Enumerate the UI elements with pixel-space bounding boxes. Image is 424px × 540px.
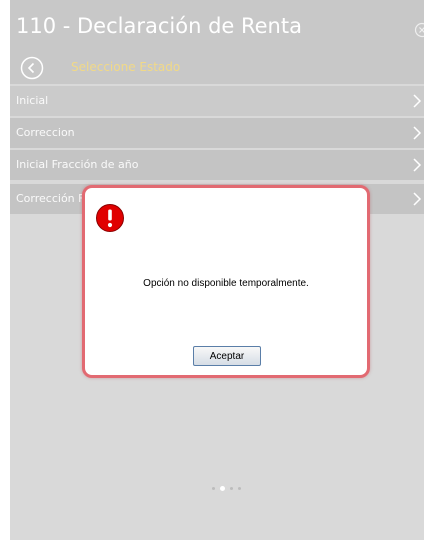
chevron-right-icon xyxy=(413,192,422,206)
page-dot[interactable] xyxy=(238,487,241,490)
page-dot[interactable] xyxy=(230,487,233,490)
title-bar: 110 - Declaración de Renta xyxy=(10,0,424,52)
alert-dialog: Opción no disponible temporalmente. Acep… xyxy=(82,185,370,378)
chevron-right-icon xyxy=(413,126,422,140)
back-arrow-icon[interactable] xyxy=(20,56,44,80)
accept-button[interactable]: Aceptar xyxy=(193,346,261,366)
menu-item-label: Inicial Fracción de año xyxy=(16,158,139,171)
error-icon xyxy=(96,204,124,232)
page-dot-active[interactable] xyxy=(220,486,225,491)
chevron-right-icon xyxy=(413,158,422,172)
menu-item-label: Inicial xyxy=(16,94,49,107)
menu-item-inicial[interactable]: Inicial xyxy=(10,86,424,116)
menu-item-inicial-fraccion[interactable]: Inicial Fracción de año xyxy=(10,150,424,180)
subheader-title: Seleccione Estado xyxy=(71,60,181,74)
dialog-message: Opción no disponible temporalmente. xyxy=(143,278,309,289)
chevron-right-icon xyxy=(413,94,422,108)
menu-item-label: Correccion xyxy=(16,126,75,139)
page-dot[interactable] xyxy=(212,487,215,490)
menu-item-correccion[interactable]: Correccion xyxy=(10,118,424,148)
page-indicator xyxy=(206,486,244,492)
subheader-bar: Seleccione Estado xyxy=(10,52,424,84)
close-icon[interactable] xyxy=(414,22,424,38)
page-title: 110 - Declaración de Renta xyxy=(16,14,302,38)
